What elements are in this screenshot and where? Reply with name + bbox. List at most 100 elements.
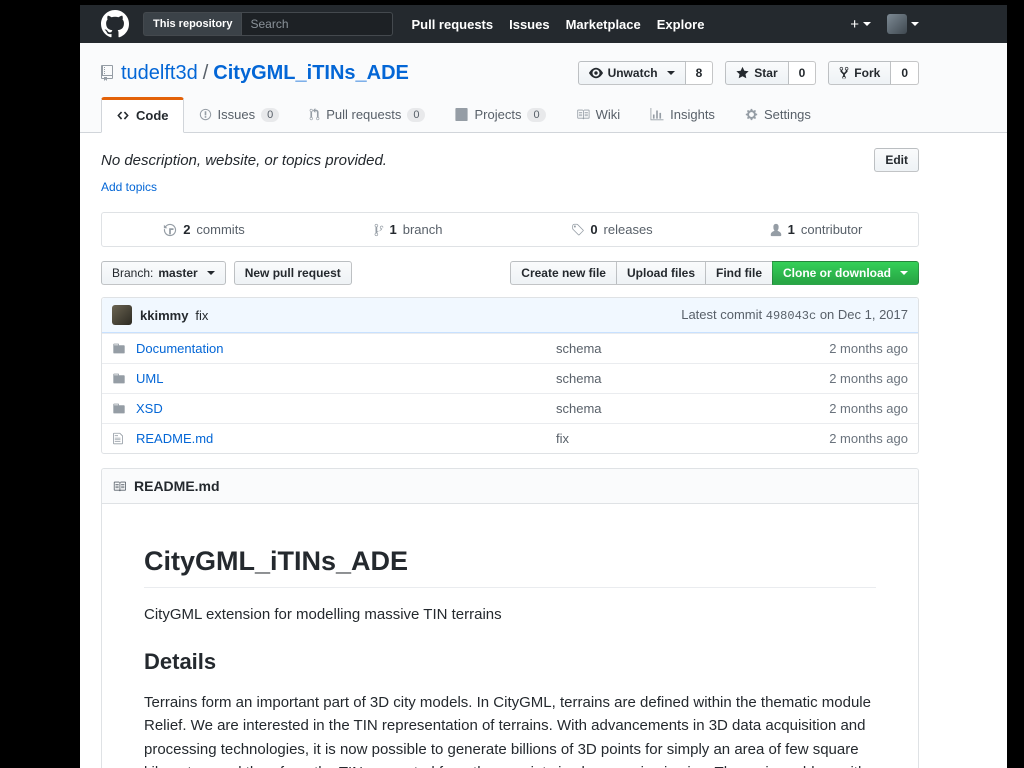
search-scope-label: This repository [143,12,242,36]
fork-label: Fork [854,66,881,80]
dropdown-caret-icon [863,22,871,26]
releases-stat[interactable]: 0 releases [510,213,714,246]
repo-header: tudelft3d / CityGML_iTINs_ADE Unwatch 8 [80,43,1007,133]
commits-stat[interactable]: 2 commits [102,213,306,246]
tab-insights[interactable]: Insights [635,97,730,132]
new-pull-request-button[interactable]: New pull request [233,261,352,285]
pull-requests-counter: 0 [407,107,426,122]
commits-icon [164,223,177,236]
repo-main: No description, website, or topics provi… [101,133,919,768]
dropdown-caret-icon [666,71,675,75]
fork-group: Fork 0 [828,61,919,85]
tab-settings[interactable]: Settings [730,97,826,132]
latest-commit-date: on Dec 1, 2017 [819,307,908,322]
commit-hash-link[interactable]: 498043c [766,309,816,323]
readme-title: CityGML_iTINs_ADE [144,546,876,588]
file-row: Documentation schema 2 months ago [102,333,918,363]
create-new-menu[interactable]: + [850,16,871,33]
tab-projects-label: Projects [474,107,522,122]
edit-description-button[interactable]: Edit [874,148,919,172]
create-new-file-button[interactable]: Create new file [510,261,617,285]
commit-author-avatar[interactable] [112,305,132,325]
forks-count[interactable]: 0 [891,61,919,85]
readme-section: README.md CityGML_iTINs_ADE CityGML exte… [101,468,919,768]
tab-code[interactable]: Code [101,97,184,133]
readme-section-heading: Details [144,649,217,674]
latest-commit-bar: kkimmy fix Latest commit 498043c on Dec … [102,298,918,333]
file-age: 2 months ago [829,371,908,386]
search-input[interactable] [241,12,394,36]
file-commit-message[interactable]: schema [556,401,602,416]
repo-social-actions: Unwatch 8 Star 0 Fork 0 [577,61,919,85]
unwatch-label: Unwatch [607,66,658,80]
pull-request-icon [309,108,320,121]
star-button[interactable]: Star [725,61,789,85]
file-link[interactable]: README.md [136,431,213,446]
folder-icon [112,342,136,355]
file-buttons-group: Create new file Upload files Find file C… [510,261,919,285]
repo-icon [101,65,113,81]
stars-count[interactable]: 0 [788,61,817,85]
commit-message-link[interactable]: fix [195,308,208,323]
repo-description: No description, website, or topics provi… [101,152,387,169]
issue-icon [199,108,211,121]
file-icon [112,432,136,445]
repo-owner-link[interactable]: tudelft3d [121,62,198,85]
commits-label: commits [196,222,245,237]
file-commit-message[interactable]: schema [556,341,602,356]
plus-icon: + [850,15,859,33]
readme-body: CityGML_iTINs_ADE CityGML extension for … [102,504,918,768]
nav-explore[interactable]: Explore [657,17,705,32]
star-label: Star [754,66,778,80]
github-page: This repository Pull requests Issues Mar… [80,5,1007,768]
branches-stat[interactable]: 1 branch [306,213,510,246]
branch-name: master [158,266,198,280]
file-link[interactable]: XSD [136,401,163,416]
repo-name-link[interactable]: CityGML_iTINs_ADE [213,62,409,85]
global-header: This repository Pull requests Issues Mar… [80,5,1007,43]
tab-insights-label: Insights [670,107,715,122]
watchers-count[interactable]: 8 [685,61,714,85]
contributors-stat[interactable]: 1 contributor [714,213,918,246]
readme-filename: README.md [134,478,220,494]
releases-count: 0 [590,222,598,237]
tab-issues[interactable]: Issues 0 [184,97,295,132]
tab-code-label: Code [136,107,169,123]
latest-commit-prefix: Latest commit [681,307,763,322]
clone-or-download-button[interactable]: Clone or download [772,261,919,285]
upload-files-button[interactable]: Upload files [615,261,706,285]
repo-summary-bar: 2 commits 1 branch 0 releases 1 contribu… [101,212,919,247]
github-logo[interactable] [101,10,129,38]
repo-tabs: Code Issues 0 Pull requests 0 Projects 0… [101,97,919,133]
file-row: UML schema 2 months ago [102,363,918,393]
dropdown-caret-icon [911,22,919,26]
dropdown-caret-icon [900,271,908,275]
fork-button[interactable]: Fork [828,61,892,85]
file-link[interactable]: Documentation [136,341,223,356]
contributors-count: 1 [787,222,795,237]
nav-marketplace[interactable]: Marketplace [566,17,641,32]
repo-title: tudelft3d / CityGML_iTINs_ADE [121,62,409,85]
find-file-button[interactable]: Find file [705,261,773,285]
tab-wiki-label: Wiki [595,107,621,122]
issues-counter: 0 [261,107,280,122]
add-topics-link[interactable]: Add topics [101,180,157,194]
tab-pull-requests[interactable]: Pull requests 0 [294,97,440,132]
nav-pull-requests[interactable]: Pull requests [411,17,493,32]
tab-wiki[interactable]: Wiki [561,97,636,132]
left-actions: Branch: master New pull request [101,261,352,285]
file-commit-message[interactable]: schema [556,371,602,386]
star-group: Star 0 [725,61,817,85]
branch-selector-button[interactable]: Branch: master [101,261,226,285]
unwatch-button[interactable]: Unwatch [577,61,686,85]
user-avatar [887,14,907,34]
commit-author-link[interactable]: kkimmy [140,308,188,323]
file-age: 2 months ago [829,341,908,356]
file-link[interactable]: UML [136,371,163,386]
branches-count: 1 [389,222,397,237]
user-menu[interactable] [887,14,919,34]
contributor-icon [770,223,781,236]
file-commit-message[interactable]: fix [556,431,569,446]
nav-issues[interactable]: Issues [509,17,549,32]
tab-projects[interactable]: Projects 0 [440,97,560,132]
